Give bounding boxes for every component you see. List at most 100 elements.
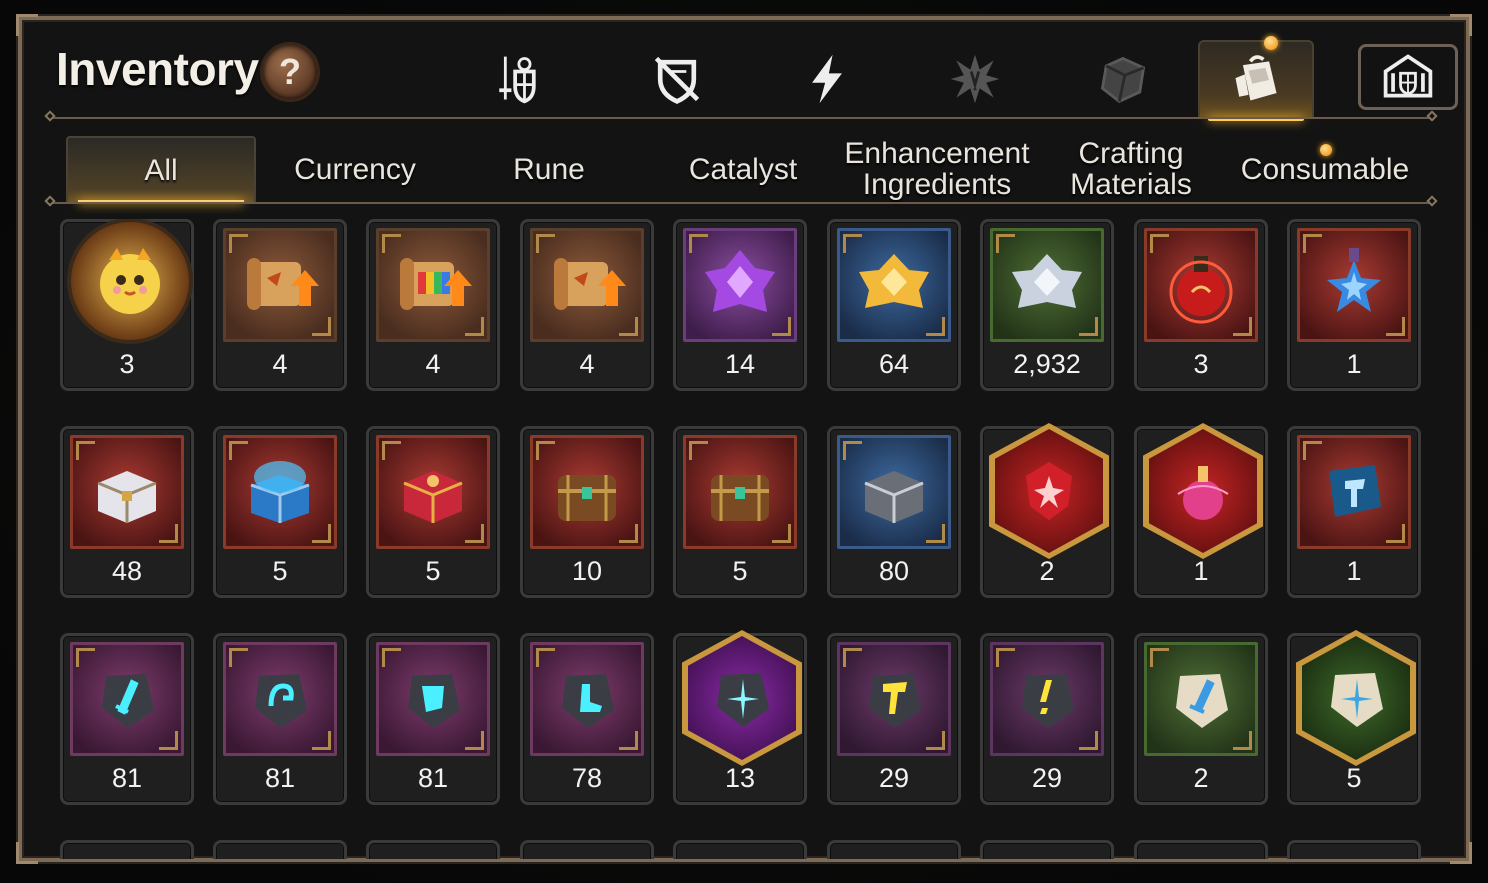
tab-armor[interactable] xyxy=(622,40,732,118)
inventory-panel: Inventory ? All Currency Rune Catalyst E… xyxy=(16,14,1472,864)
inventory-item[interactable]: 4 xyxy=(520,219,654,391)
armor-rune-icon xyxy=(408,674,460,728)
inventory-item[interactable] xyxy=(213,840,347,859)
item-count: 5 xyxy=(272,556,288,586)
item-frame xyxy=(683,435,797,549)
item-count: 78 xyxy=(571,763,603,793)
frame-corner xyxy=(16,14,38,36)
item-count: 4 xyxy=(425,349,441,379)
inventory-item[interactable]: 2 xyxy=(980,423,1114,598)
item-frame xyxy=(837,435,951,549)
inventory-item[interactable]: 81 xyxy=(366,633,500,805)
inventory-item[interactable]: 1 xyxy=(1287,426,1421,598)
item-frame xyxy=(223,228,337,342)
item-frame xyxy=(70,642,184,756)
inventory-item[interactable]: 48 xyxy=(60,426,194,598)
inventory-item[interactable]: 1 xyxy=(1287,219,1421,391)
inventory-item[interactable]: 5 xyxy=(673,426,807,598)
subtab-rune[interactable]: Rune xyxy=(454,136,644,202)
tab-equipment[interactable] xyxy=(462,40,572,118)
inventory-item[interactable]: 29 xyxy=(980,633,1114,805)
inventory-item[interactable] xyxy=(60,840,194,859)
item-frame xyxy=(1296,630,1416,766)
subtab-all[interactable]: All xyxy=(66,136,256,204)
sword-rune-icon xyxy=(102,674,154,728)
item-count: 48 xyxy=(111,556,143,586)
gold-mark-rune-icon xyxy=(1022,674,1074,728)
inventory-item[interactable]: 5 xyxy=(213,426,347,598)
inventory-item[interactable]: 5 xyxy=(366,426,500,598)
item-count: 2,932 xyxy=(1013,349,1081,379)
item-count: 81 xyxy=(111,763,143,793)
pink-potion-icon xyxy=(1177,466,1229,520)
gold-crystal-icon xyxy=(859,254,929,308)
inventory-item[interactable]: 3 xyxy=(1134,219,1268,391)
inventory-item[interactable]: 13 xyxy=(673,630,807,805)
item-frame xyxy=(70,435,184,549)
frame-corner xyxy=(1450,14,1472,36)
inventory-item[interactable]: 80 xyxy=(827,426,961,598)
help-button[interactable]: ? xyxy=(260,42,320,102)
item-frame xyxy=(530,435,644,549)
tab-artifacts[interactable] xyxy=(920,40,1030,118)
hammer-stone-icon xyxy=(1329,465,1381,517)
helm-rune-icon xyxy=(255,674,307,728)
item-count: 1 xyxy=(1346,349,1362,379)
inventory-item[interactable] xyxy=(366,840,500,859)
item-frame xyxy=(989,423,1109,559)
inventory-item[interactable]: 5 xyxy=(1287,630,1421,805)
item-count: 81 xyxy=(264,763,296,793)
divider xyxy=(52,117,1432,119)
red-gem-icon xyxy=(1026,462,1072,520)
inventory-item[interactable]: 1 xyxy=(1134,423,1268,598)
subtab-catalyst[interactable]: Catalyst xyxy=(648,136,838,202)
inventory-item[interactable] xyxy=(980,840,1114,859)
subtab-crafting-materials[interactable]: Crafting Materials xyxy=(1036,136,1226,202)
inventory-item[interactable]: 14 xyxy=(673,219,807,391)
item-frame xyxy=(530,228,644,342)
inventory-item[interactable]: 78 xyxy=(520,633,654,805)
inventory-item[interactable]: 4 xyxy=(213,219,347,391)
inventory-item[interactable]: 2,932 xyxy=(980,219,1114,391)
subtab-enhancement-ingredients[interactable]: Enhancement Ingredients xyxy=(842,136,1032,202)
blue-chest-icon xyxy=(250,461,310,523)
inventory-item[interactable]: 2 xyxy=(1134,633,1268,805)
inventory-item[interactable]: 4 xyxy=(366,219,500,391)
item-frame xyxy=(837,642,951,756)
inventory-item[interactable]: 29 xyxy=(827,633,961,805)
subtab-consumable[interactable]: Consumable xyxy=(1230,136,1420,202)
item-count: 1 xyxy=(1346,556,1362,586)
subtab-currency[interactable]: Currency xyxy=(260,136,450,202)
tab-materials[interactable] xyxy=(1068,40,1178,118)
tab-inventory-bag[interactable] xyxy=(1198,36,1314,121)
inventory-item[interactable]: 64 xyxy=(827,219,961,391)
rainbow-scroll-upgrade-icon xyxy=(400,258,472,310)
item-frame xyxy=(376,228,490,342)
inventory-item[interactable]: 10 xyxy=(520,426,654,598)
item-count: 4 xyxy=(579,349,595,379)
item-frame xyxy=(1297,435,1411,549)
inventory-item[interactable]: 3 xyxy=(60,219,194,391)
inventory-item[interactable] xyxy=(827,840,961,859)
item-count: 5 xyxy=(425,556,441,586)
notification-dot xyxy=(1264,36,1278,50)
stone-sword-rune-icon xyxy=(1176,674,1228,728)
tab-skills[interactable] xyxy=(772,40,882,118)
inventory-item[interactable] xyxy=(520,840,654,859)
broken-shield-icon xyxy=(654,56,700,104)
item-count: 13 xyxy=(724,763,756,793)
inventory-item[interactable]: 81 xyxy=(60,633,194,805)
inventory-item[interactable] xyxy=(673,840,807,859)
burst-icon xyxy=(950,54,1000,104)
inventory-item[interactable]: 81 xyxy=(213,633,347,805)
item-frame xyxy=(67,219,193,344)
item-grid: 3 4 4 4 14 64 2,932 3 1 48 5 5 10 5 80 2 1 1 81 81 81 78 13 29 2… xyxy=(60,219,1440,859)
subtab-label-line: Ingredients xyxy=(862,168,1012,201)
item-count: 81 xyxy=(417,763,449,793)
inventory-item[interactable] xyxy=(1134,840,1268,859)
subtab-label: Catalyst xyxy=(688,152,798,186)
tab-guild[interactable] xyxy=(1358,44,1458,110)
inventory-item[interactable] xyxy=(1287,840,1421,859)
silver-chest-icon xyxy=(97,471,157,523)
wooden-chest-icon xyxy=(711,475,769,521)
